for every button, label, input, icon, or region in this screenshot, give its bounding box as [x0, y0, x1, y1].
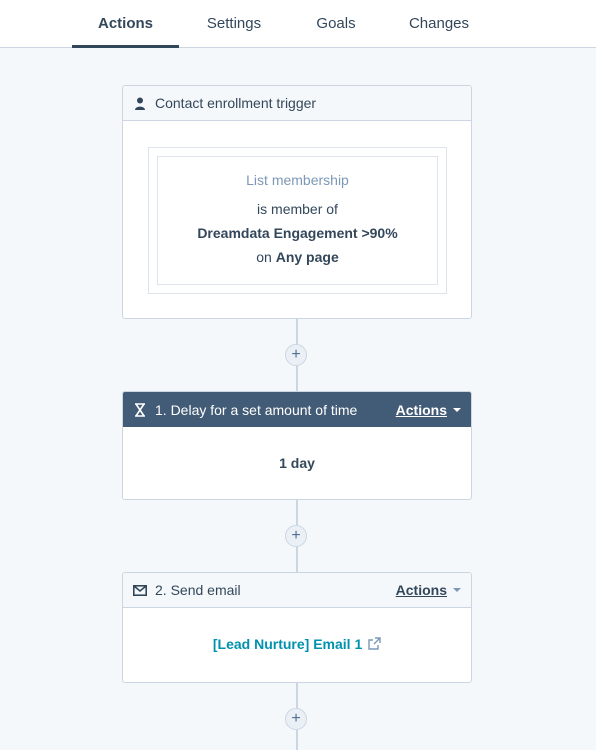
filter-type-label: List membership	[246, 172, 349, 188]
plus-icon: +	[291, 527, 301, 544]
tab-settings-label: Settings	[206, 15, 262, 32]
tab-actions-label: Actions	[97, 15, 153, 32]
filter-page-line: on Any page	[158, 249, 437, 265]
page-value: Any page	[275, 249, 339, 265]
delay-step-card[interactable]: 1. Delay for a set amount of time Action…	[122, 391, 472, 500]
external-link-icon	[368, 637, 381, 653]
tab-changes[interactable]: Changes	[395, 0, 483, 47]
email-name: [Lead Nurture] Email 1	[212, 636, 363, 652]
envelope-icon	[133, 583, 147, 597]
caret-down-icon	[453, 407, 461, 412]
trigger-filter-content: List membership is member of Dreamdata E…	[157, 156, 438, 285]
plus-icon: +	[291, 710, 301, 727]
send-email-step-header: 2. Send email Actions	[123, 573, 471, 608]
caret-down-icon	[453, 588, 461, 592]
add-action-button[interactable]: +	[285, 525, 307, 547]
tab-goals[interactable]: Goals	[298, 0, 374, 47]
tab-changes-label: Changes	[408, 15, 470, 32]
trigger-header: Contact enrollment trigger	[123, 86, 471, 121]
delay-step-title: 1. Delay for a set amount of time	[155, 401, 358, 418]
tab-bar: Actions Settings Goals Changes	[0, 0, 596, 48]
delay-step-header: 1. Delay for a set amount of time Action…	[123, 392, 471, 427]
send-email-step-title: 2. Send email	[155, 582, 241, 598]
trigger-title: Contact enrollment trigger	[155, 95, 317, 111]
email-link[interactable]: [Lead Nurture] Email 1	[123, 636, 471, 653]
enrollment-trigger-card[interactable]: Contact enrollment trigger List membersh…	[122, 85, 472, 319]
tab-actions[interactable]: Actions	[72, 0, 179, 48]
user-icon	[133, 96, 147, 110]
on-prefix: on	[256, 249, 272, 265]
add-action-button[interactable]: +	[285, 708, 307, 730]
actions-dropdown[interactable]: Actions	[396, 402, 461, 418]
actions-dropdown[interactable]: Actions	[396, 582, 461, 598]
actions-dropdown-label: Actions	[395, 582, 447, 598]
actions-dropdown-label: Actions	[395, 401, 447, 418]
send-email-step-card[interactable]: 2. Send email Actions [Lead Nurture] Ema…	[122, 572, 472, 683]
plus-icon: +	[291, 346, 301, 363]
delay-duration: 1 day	[279, 455, 315, 471]
filter-condition: is member of	[257, 201, 338, 217]
tab-settings[interactable]: Settings	[190, 0, 278, 47]
trigger-filter-box[interactable]: List membership is member of Dreamdata E…	[148, 147, 447, 294]
list-name: Dreamdata Engagement >90%	[197, 225, 398, 241]
tab-goals-label: Goals	[316, 15, 356, 32]
hourglass-icon	[133, 402, 147, 417]
add-action-button[interactable]: +	[285, 344, 307, 366]
